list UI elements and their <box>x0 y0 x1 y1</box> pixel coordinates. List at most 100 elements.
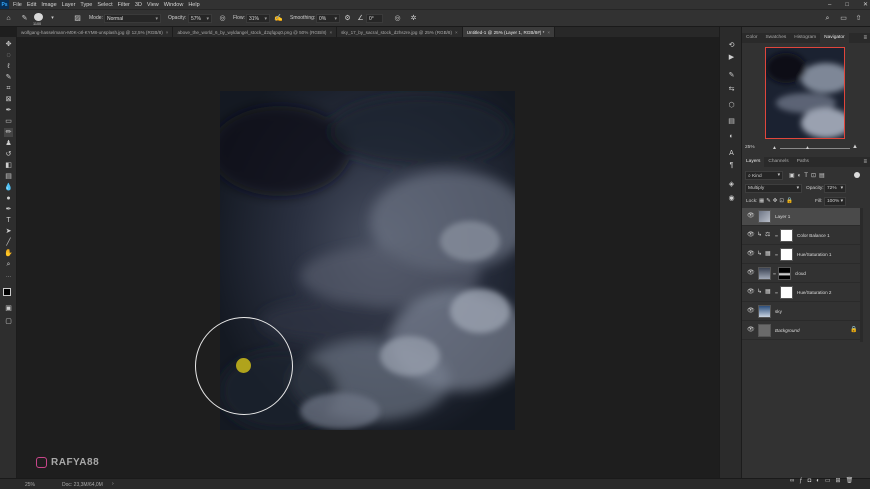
minimize-icon[interactable]: – <box>828 2 831 8</box>
layers-icon[interactable]: ◈ <box>727 180 736 189</box>
eyedropper-tool-icon[interactable]: ✒ <box>4 106 13 115</box>
angle-input[interactable]: 0° <box>366 14 383 23</box>
eraser-tool-icon[interactable]: ◧ <box>4 161 13 170</box>
menu-3d[interactable]: 3D <box>135 2 142 8</box>
visibility-eye-icon[interactable]: 👁 <box>747 308 755 314</box>
menu-help[interactable]: Help <box>188 2 199 8</box>
chain-link-icon[interactable]: ∞ <box>775 251 778 258</box>
layer-mask-thumbnail[interactable] <box>780 229 793 242</box>
navigator-thumbnail[interactable] <box>765 47 845 139</box>
lasso-tool-icon[interactable]: ℓ <box>4 62 13 71</box>
layer-mask-thumbnail[interactable] <box>780 286 793 299</box>
crop-tool-icon[interactable]: ⌗ <box>4 84 13 93</box>
layer-row-layer-1[interactable]: 👁 Layer 1 <box>742 208 862 226</box>
zoom-in-icon[interactable]: ▲ <box>852 144 858 150</box>
pressure-opacity-icon[interactable]: ◎ <box>218 14 227 23</box>
layer-mask-thumbnail[interactable] <box>778 267 791 280</box>
smoothing-gear-icon[interactable]: ⚙ <box>343 14 352 23</box>
chevron-right-icon[interactable]: › <box>112 481 114 487</box>
airbrush-icon[interactable]: ✍ <box>274 14 283 23</box>
line-tool-icon[interactable]: ╱ <box>4 238 13 247</box>
menu-type[interactable]: Type <box>80 2 92 8</box>
zoom-out-icon[interactable]: ▲ <box>772 145 777 151</box>
move-tool-icon[interactable]: ✥ <box>4 40 13 49</box>
new-group-icon[interactable]: ▭ <box>825 478 836 484</box>
filter-toggle-icon[interactable] <box>854 172 860 178</box>
tab-document[interactable]: wolfgang-hasselmann-M0K-oIl-KYM8-unsplas… <box>17 27 174 37</box>
chain-link-icon[interactable]: ∞ <box>775 232 778 239</box>
tab-channels[interactable]: Channels <box>764 157 792 167</box>
layer-row-background[interactable]: 👁 Background 🔒 <box>742 322 862 340</box>
panel-menu-icon[interactable]: ≡ <box>863 35 867 41</box>
layer-filter-select[interactable]: ⌕ Kind ▾ <box>745 171 783 180</box>
visibility-eye-icon[interactable]: 👁 <box>747 213 755 219</box>
tab-document[interactable]: above_the_world_6_by_wyldangel_stock_d2q… <box>173 27 338 37</box>
blur-tool-icon[interactable]: 💧 <box>4 183 13 192</box>
foreground-color-swatch[interactable] <box>3 288 11 296</box>
tab-paths[interactable]: Paths <box>793 157 813 167</box>
zoom-level[interactable]: 25% <box>25 482 35 488</box>
visibility-eye-icon[interactable]: 👁 <box>747 232 755 238</box>
brush-tool-icon[interactable]: ✎ <box>20 14 29 23</box>
zoom-tool-icon[interactable]: ⌕ <box>4 260 13 269</box>
clone-stamp-tool-icon[interactable]: ♟ <box>4 139 13 148</box>
menu-filter[interactable]: Filter <box>118 2 130 8</box>
brushes-icon[interactable]: ✎ <box>727 71 736 80</box>
adjustment-layer-icon[interactable]: ◐ <box>816 478 825 484</box>
layer-row-hue-saturation-2[interactable]: 👁 ↳ ▦ ∞ Hue/Saturation 2 <box>742 284 862 302</box>
color-wheel-icon[interactable]: ◐ <box>727 132 736 141</box>
symmetry-icon[interactable]: ✲ <box>409 14 418 23</box>
maximize-icon[interactable]: □ <box>845 2 849 8</box>
share-icon[interactable]: ⇧ <box>854 14 863 23</box>
hand-tool-icon[interactable]: ✋ <box>4 249 13 258</box>
tab-document-active[interactable]: Untitled-1 @ 25% (Layer 1, RGB/8#) * × <box>462 27 556 37</box>
home-icon[interactable]: ⌂ <box>4 14 13 23</box>
paragraph-icon[interactable]: ¶ <box>727 161 736 170</box>
pen-tool-icon[interactable]: ✒ <box>4 205 13 214</box>
channels-icon[interactable]: ◉ <box>727 194 736 203</box>
slider-thumb-icon[interactable]: ▲ <box>805 145 810 151</box>
menu-window[interactable]: Window <box>164 2 184 8</box>
lock-icon[interactable]: 🔒 <box>850 327 857 334</box>
add-mask-icon[interactable]: ◘ <box>808 478 817 484</box>
mode-select[interactable]: Normal ▾ <box>104 14 161 23</box>
marquee-tool-icon[interactable]: ◌ <box>4 51 13 60</box>
path-selection-tool-icon[interactable]: ➤ <box>4 227 13 236</box>
gradient-tool-icon[interactable]: ▤ <box>4 172 13 181</box>
menu-file[interactable]: File <box>13 2 22 8</box>
layer-row-cloud[interactable]: 👁 ∞ cloud <box>742 265 862 283</box>
history-brush-tool-icon[interactable]: ↺ <box>4 150 13 159</box>
search-icon[interactable]: ⌕ <box>823 14 832 23</box>
menu-select[interactable]: Select <box>97 2 112 8</box>
tab-swatches[interactable]: Swatches <box>761 33 790 43</box>
history-icon[interactable]: ⟲ <box>727 41 736 50</box>
screen-mode-icon[interactable]: ▢ <box>4 317 13 326</box>
more-tools-icon[interactable]: ··· <box>4 273 13 282</box>
brush-preset-picker[interactable] <box>34 13 43 21</box>
navigator-zoom-slider[interactable] <box>780 148 850 149</box>
close-icon[interactable]: ✕ <box>863 1 868 8</box>
layer-row-hue-saturation-1[interactable]: 👁 ↳ ▦ ∞ Hue/Saturation 1 <box>742 246 862 264</box>
chain-link-icon[interactable]: ∞ <box>775 289 778 296</box>
layer-row-sky[interactable]: 👁 sky <box>742 303 862 321</box>
3d-icon[interactable]: ⬡ <box>727 101 736 110</box>
layer-filter-icons[interactable]: ▣◐T⊡▤ <box>789 172 828 179</box>
brush-settings-icon[interactable]: ▨ <box>73 14 82 23</box>
lock-icons[interactable]: ▦✎✥⊡🔒 <box>759 198 795 204</box>
menu-image[interactable]: Image <box>41 2 56 8</box>
delete-layer-icon[interactable]: 🗑 <box>846 478 859 484</box>
menu-view[interactable]: View <box>147 2 159 8</box>
adjust-icon[interactable]: ⇆ <box>727 85 736 94</box>
tab-navigator[interactable]: Navigator <box>820 33 849 43</box>
tab-layers[interactable]: Layers <box>742 157 765 167</box>
menu-layer[interactable]: Layer <box>62 2 76 8</box>
quick-selection-tool-icon[interactable]: ✎ <box>4 73 13 82</box>
close-icon[interactable]: × <box>547 30 550 35</box>
close-icon[interactable]: × <box>455 30 458 35</box>
flow-input[interactable]: 31% ▾ <box>246 14 270 23</box>
brush-tool-icon[interactable]: ✏ <box>4 128 13 137</box>
quick-mask-icon[interactable]: ▣ <box>4 304 13 313</box>
properties-icon[interactable]: ▤ <box>727 117 736 126</box>
photoshop-logo-icon[interactable]: Ps <box>0 0 9 9</box>
visibility-eye-icon[interactable]: 👁 <box>747 270 755 276</box>
